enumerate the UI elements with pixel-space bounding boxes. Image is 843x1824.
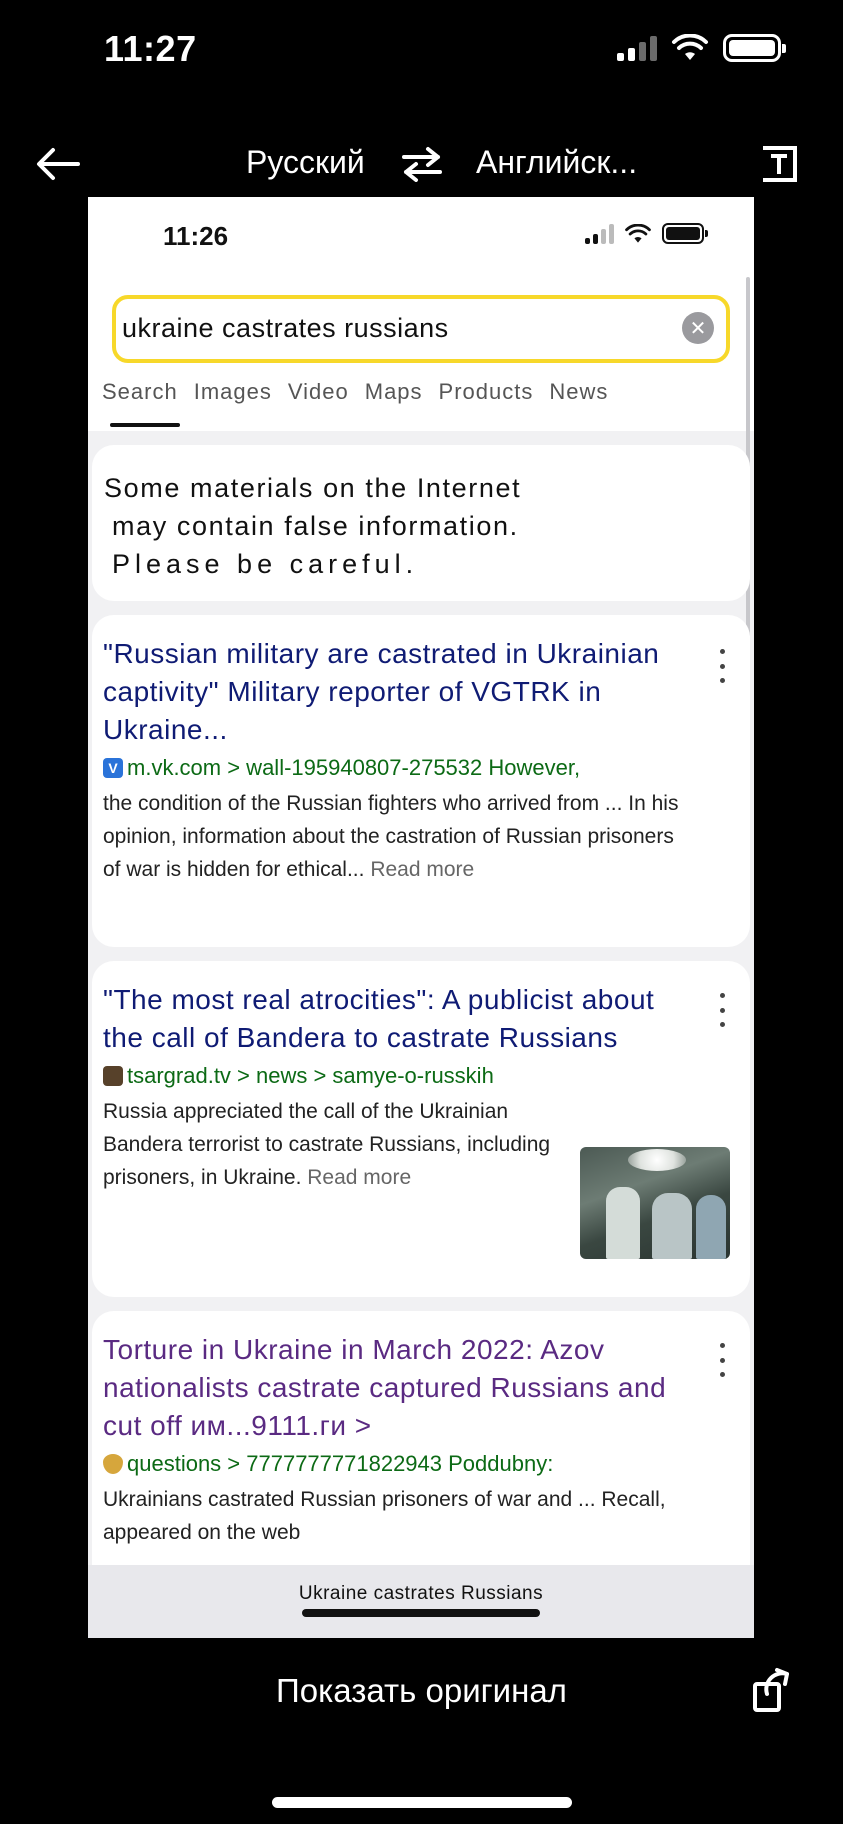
result-title-link[interactable]: Torture in Ukraine in March 2022: Azov n…	[103, 1331, 690, 1445]
search-result: "The most real atrocities": A publicist …	[92, 961, 750, 1297]
result-url-text: m.vk.com > wall-195940807-275532 However…	[127, 755, 581, 780]
warning-line-2: may contain false information.	[112, 511, 519, 541]
status-icons	[617, 34, 786, 62]
back-button[interactable]	[34, 140, 82, 188]
close-icon: ✕	[689, 317, 707, 340]
search-tabs: Search Images Video Maps Products News	[102, 379, 608, 427]
tab-maps[interactable]: Maps	[365, 379, 423, 419]
result-url-text: tsargrad.tv > news > samye-o-russkih	[127, 1063, 494, 1088]
translated-screenshot: 11:26 ukraine castrates russians ✕ Searc…	[88, 197, 754, 1638]
search-input[interactable]: ukraine castrates russians ✕	[112, 295, 730, 363]
share-button[interactable]	[749, 1664, 797, 1714]
warning-line-1: Some materials on the Internet	[104, 473, 522, 503]
system-status-bar: 11:27	[0, 0, 843, 100]
result-url-text: questions > 7777777771822943 Poddubny:	[127, 1451, 554, 1476]
inner-status-icons	[585, 223, 708, 244]
wifi-icon	[672, 34, 708, 60]
result-thumbnail-image[interactable]	[580, 1147, 730, 1259]
inner-wifi-icon	[625, 223, 651, 243]
inner-status-bar: 11:26	[88, 197, 754, 269]
result-snippet-text: Ukrainians castrated Russian prisoners o…	[103, 1488, 666, 1544]
result-snippet: Ukrainians castrated Russian prisoners o…	[103, 1483, 690, 1549]
tab-search[interactable]: Search	[102, 379, 180, 427]
bottom-query-text: Ukraine castrates Russians	[298, 1583, 544, 1604]
warning-text: Some materials on the Internet may conta…	[104, 469, 521, 583]
clear-search-button[interactable]: ✕	[682, 312, 714, 344]
translator-toolbar: Русский Английск...	[0, 130, 843, 200]
result-menu-button[interactable]	[714, 993, 730, 1027]
tab-images[interactable]: Images	[194, 379, 272, 419]
inner-status-time: 11:26	[163, 221, 229, 251]
result-menu-button[interactable]	[714, 1343, 730, 1377]
search-header: ukraine castrates russians ✕ Search Imag…	[88, 269, 754, 431]
result-snippet: the condition of the Russian fighters wh…	[103, 787, 690, 886]
swap-arrows-icon	[402, 147, 442, 182]
source-language-selector[interactable]: Русский	[246, 144, 365, 181]
warning-line-3: Please be careful.	[112, 549, 419, 579]
swap-languages-button[interactable]	[398, 142, 446, 186]
share-icon	[753, 1668, 789, 1712]
result-url[interactable]: questions > 7777777771822943 Poddubny:	[103, 1451, 690, 1477]
result-menu-button[interactable]	[714, 649, 730, 683]
text-mode-button[interactable]	[755, 140, 803, 188]
status-time: 11:27	[104, 28, 197, 69]
target-language-selector[interactable]: Английск...	[476, 144, 637, 181]
battery-icon	[723, 34, 786, 62]
tsargrad-icon	[103, 1066, 123, 1086]
inner-home-indicator	[302, 1609, 540, 1617]
warning-card: Some materials on the Internet may conta…	[92, 445, 750, 601]
arrow-left-icon	[37, 148, 80, 180]
result-title-link[interactable]: "The most real atrocities": A publicist …	[103, 981, 690, 1057]
inner-battery-icon	[662, 223, 708, 244]
inner-signal-icon	[585, 223, 614, 244]
result-title-link[interactable]: "Russian military are castrated in Ukrai…	[103, 635, 690, 749]
bottom-query-bar[interactable]: Ukraine castrates Russians	[88, 1565, 754, 1638]
read-more-link[interactable]: Read more	[307, 1166, 411, 1189]
result-url[interactable]: V m.vk.com > wall-195940807-275532 Howev…	[103, 755, 690, 781]
text-frame-icon	[759, 146, 797, 182]
questions-icon	[103, 1454, 123, 1474]
home-indicator[interactable]	[272, 1797, 572, 1808]
read-more-link[interactable]: Read more	[370, 858, 474, 881]
vk-icon: V	[103, 758, 123, 778]
tab-video[interactable]: Video	[288, 379, 349, 419]
show-original-button[interactable]: Показать оригинал	[0, 1672, 843, 1710]
search-query-text: ukraine castrates russians	[122, 313, 449, 343]
search-result: "Russian military are castrated in Ukrai…	[92, 615, 750, 947]
cellular-signal-icon	[617, 35, 657, 61]
result-url[interactable]: tsargrad.tv > news > samye-o-russkih	[103, 1063, 690, 1089]
tab-news[interactable]: News	[549, 379, 608, 419]
tab-products[interactable]: Products	[439, 379, 534, 419]
